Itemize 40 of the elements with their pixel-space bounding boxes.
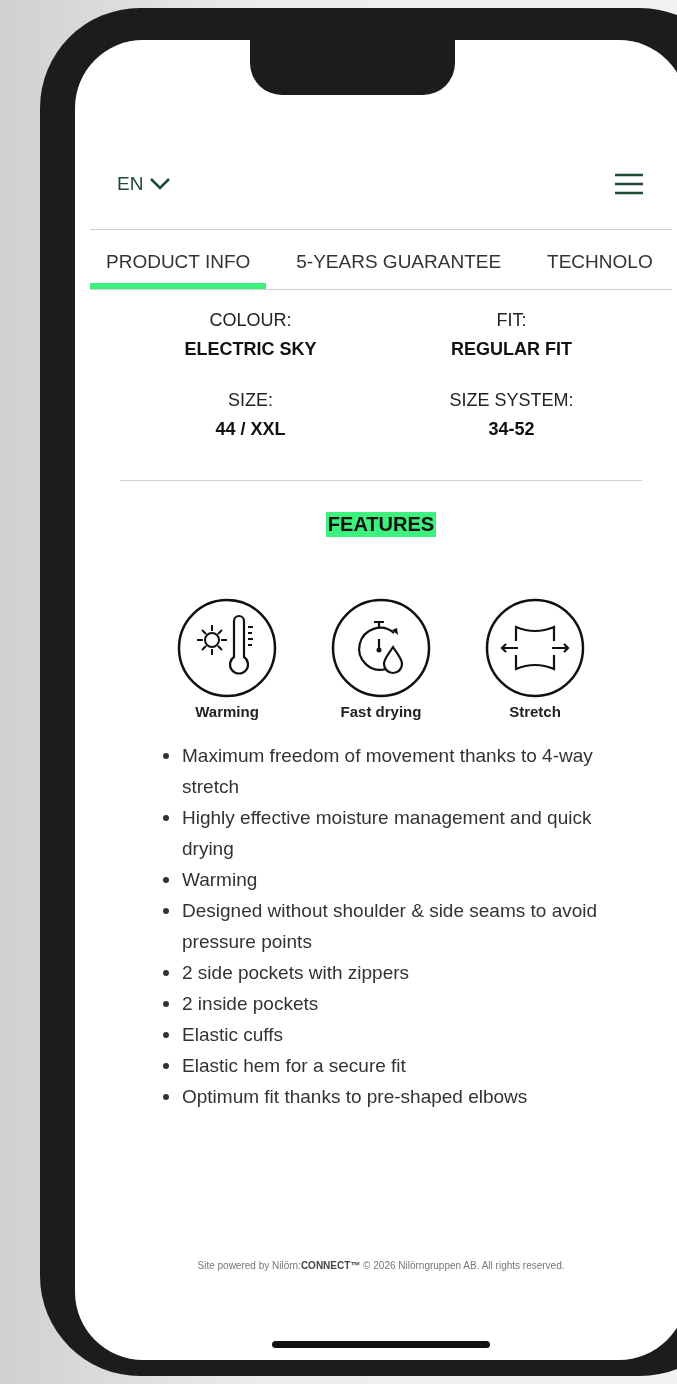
bullet-icon [163,1094,169,1100]
feature-text: Highly effective moisture management and quick drying [182,806,593,861]
feature-text: Optimum fit thanks to pre-shaped elbows [182,1085,528,1109]
bullet-icon [163,970,169,976]
spec-label: SIZE SYSTEM: [449,390,574,411]
stretch-arrows-icon [484,597,586,699]
bullet-icon [163,815,169,821]
feature-text: 2 side pockets with zippers [182,961,410,985]
tab[interactable]: TECHNOLO [531,230,653,289]
feature-text: Designed without shoulder & side seams to avoid pressure points [182,899,599,954]
feature-text: Elastic hem for a secure fit [182,1054,406,1078]
feature-text: Maximum freedom of movement thanks to 4-way stretch [182,744,594,799]
bullet-icon [163,1032,169,1038]
footer-text: Site powered by Nilörn:CONNECT™ © 2026 Nilörngruppen AB. All rights reserved. [197,1260,565,1271]
feature-text: Warming [182,868,258,892]
spec-value: 34-52 [488,419,535,440]
menu-icon[interactable] [615,173,643,195]
spec-value: 44 / XXL [215,419,286,440]
feature-label: Stretch [509,703,561,720]
spec-value: ELECTRIC SKY [184,339,317,360]
bullet-icon [163,1001,169,1007]
chevron-down-icon [149,177,172,191]
spec-label: FIT: [496,310,527,331]
spec-value: REGULAR FIT [451,339,572,360]
sun-thermometer-icon [176,597,278,699]
feature-text: Elastic cuffs [182,1023,284,1047]
tab[interactable]: PRODUCT INFO [90,230,267,289]
feature-label: Fast drying [340,703,422,720]
bullet-icon [163,1063,169,1069]
bullet-icon [163,908,169,914]
feature-text: 2 inside pockets [182,992,319,1016]
bullet-icon [163,877,169,883]
features-heading: FEATURES [325,512,437,537]
spec-label: SIZE: [228,390,273,411]
bullet-icon [163,753,169,759]
feature-label: Warming [195,703,259,720]
tab[interactable]: 5-YEARS GUARANTEE [280,230,518,289]
spec-label: COLOUR: [209,310,292,331]
stopwatch-drop-icon [330,597,432,699]
language-selector[interactable]: EN [117,173,172,195]
